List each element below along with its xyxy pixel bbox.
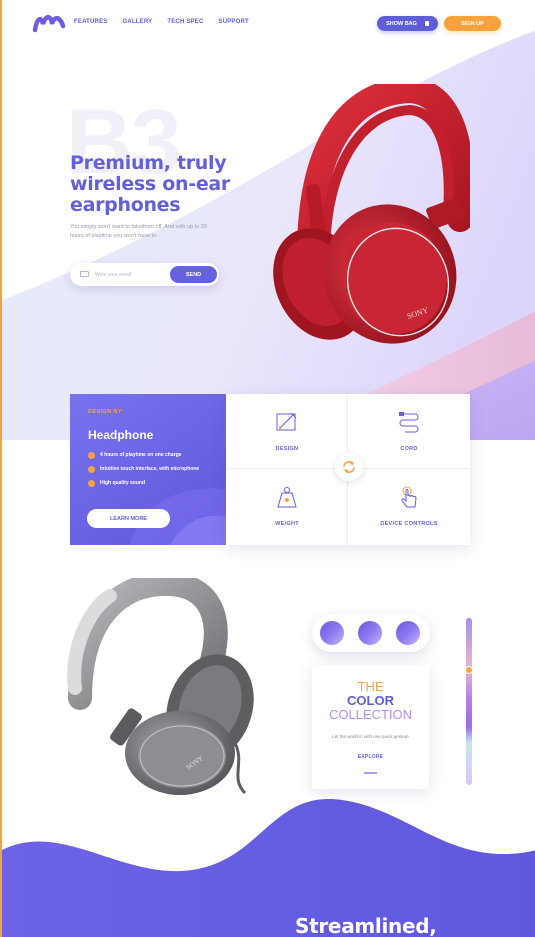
check-icon [88, 466, 95, 473]
collection-heading-collection: COLLECTION [328, 707, 413, 722]
cord-icon [399, 412, 419, 433]
feature-cell-label: WEIGHT [275, 521, 299, 527]
landing-page: FEATURES GALLERY TECH SPEC SUPPORT SHOW … [0, 0, 535, 937]
color-swatches [312, 614, 430, 652]
collection-description: Let the world in with one quick gesture [332, 734, 409, 739]
sign-up-button[interactable]: SIGN UP [444, 16, 501, 31]
hero-title: Premium, truly wireless on-ear earphones [70, 152, 230, 216]
touch-icon [401, 486, 417, 508]
send-button[interactable]: SEND [170, 266, 217, 283]
feature-list: 4 hours of playtime on one charge Intuit… [88, 452, 218, 494]
list-item: Intuitive touch interface, with micropho… [88, 466, 218, 473]
feature-text: 4 hours of playtime on one charge [100, 452, 182, 458]
show-bag-label: SHOW BAG [386, 20, 417, 27]
swatch-button[interactable] [320, 621, 344, 645]
swap-icon [343, 461, 355, 473]
list-item: 4 hours of playtime on one charge [88, 452, 218, 459]
design-icon [276, 412, 297, 431]
nav-gallery[interactable]: GALLERY [123, 19, 153, 25]
logo-icon[interactable] [32, 12, 66, 34]
swatch-button[interactable] [396, 621, 420, 645]
show-bag-button[interactable]: SHOW BAG [377, 16, 438, 31]
nav-tech-spec[interactable]: TECH SPEC [167, 19, 203, 25]
section-title: Streamlined, [295, 914, 437, 937]
color-slider-track[interactable] [466, 618, 472, 785]
grey-headphones-image: SONY [67, 578, 254, 795]
collection-heading-the: THE [357, 679, 384, 694]
feature-cell-device-controls[interactable]: DEVICE CONTROLS [348, 469, 470, 544]
learn-more-button[interactable]: LEARN MORE [87, 509, 170, 528]
feature-cell-label: DESIGN [275, 446, 299, 452]
red-headphones-image: SONY [273, 84, 470, 344]
nav-support[interactable]: SUPPORT [219, 19, 249, 25]
check-icon [88, 452, 95, 459]
feature-card-panel: DESIGN BY: Headphone 4 hours of playtime… [70, 394, 226, 545]
swap-button[interactable] [335, 453, 363, 481]
email-input[interactable] [95, 269, 165, 280]
feature-cell-design[interactable]: DESIGN [226, 394, 348, 469]
feature-text: High quality sound [100, 480, 145, 486]
feature-cell-cord[interactable]: CORD [348, 394, 470, 469]
design-by-label: DESIGN BY: [88, 409, 124, 415]
feature-cell-weight[interactable]: WEIGHT [226, 469, 348, 544]
feature-cell-label: DEVICE CONTROLS [380, 521, 438, 527]
color-slider-handle[interactable] [465, 666, 473, 674]
swatch-button[interactable] [358, 621, 382, 645]
feature-grid: DESIGN CORD WEIGHT DEVICE CONTROLS [226, 394, 470, 545]
feature-cell-label: CORD [400, 446, 418, 452]
list-item: High quality sound [88, 480, 218, 487]
explore-underline [364, 772, 377, 774]
collection-heading-color: COLOR [347, 693, 394, 708]
feature-text: Intuitive touch interface, with micropho… [100, 466, 200, 472]
main-nav: FEATURES GALLERY TECH SPEC SUPPORT [74, 19, 264, 25]
bag-icon [424, 21, 429, 26]
hero-subtitle: You simply won't want to takethom off. A… [70, 224, 207, 239]
mail-icon [80, 271, 89, 277]
email-form: SEND [70, 263, 219, 286]
nav-features[interactable]: FEATURES [74, 19, 108, 25]
color-collection-card: THE COLOR COLLECTION Let the world in wi… [312, 665, 429, 789]
explore-link[interactable]: EXPLORE [312, 754, 429, 760]
check-icon [88, 480, 95, 487]
feature-card-title: Headphone [88, 428, 154, 442]
weight-icon [277, 487, 297, 508]
